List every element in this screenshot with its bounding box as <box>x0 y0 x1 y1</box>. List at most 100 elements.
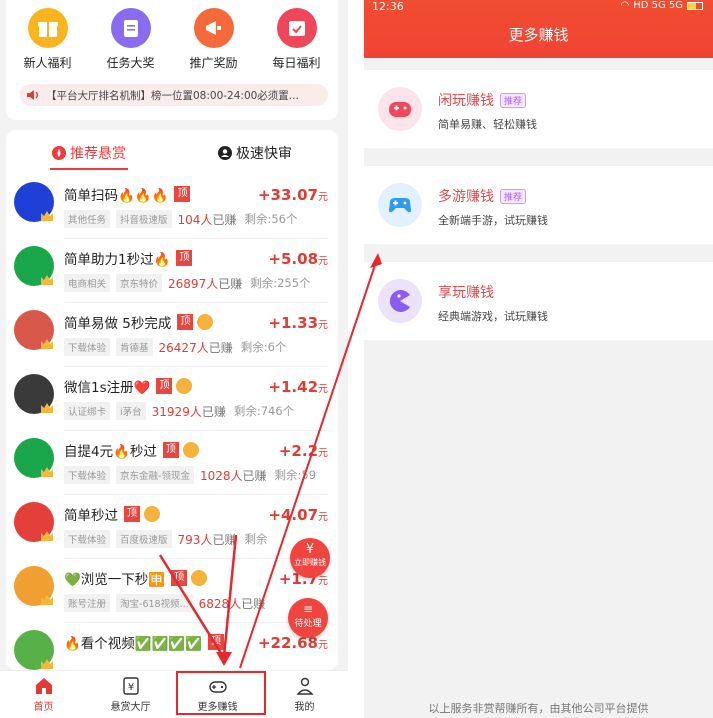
quick-label: 每日福利 <box>272 56 321 70</box>
quick-newbie-welfare[interactable]: 新人福利 <box>8 8 88 71</box>
status-icons: ◠ HD 5G 5G <box>620 0 703 11</box>
pending-label: 待处理 <box>294 619 322 629</box>
task-chip: 电商相关 <box>64 274 111 292</box>
quick-label: 任务大奖 <box>106 56 155 70</box>
task-row[interactable]: 简单易做 5秒完成顶下载体验 肯德基 26427人已赚 剩余:6个 +1.33元 <box>6 308 338 372</box>
guarantee-badge-icon <box>191 570 208 586</box>
game-name-text: 闲玩赚钱 <box>438 93 494 109</box>
task-chip: 抖音极速版 <box>116 210 172 228</box>
top-tag: 顶 <box>177 314 194 330</box>
game-name: 多游赚钱 推荐 <box>438 186 527 206</box>
reward-unit: 元 <box>318 320 328 331</box>
tab-fast-review[interactable]: 极速快审 <box>172 130 338 176</box>
quick-daily-welfare[interactable]: 每日福利 <box>257 8 337 71</box>
reward-unit: 元 <box>318 512 328 523</box>
tab-home[interactable]: 首页 <box>0 671 87 718</box>
task-row[interactable]: 🔥看个视频✅✅✅✅ 顶 +22.68元 <box>6 628 338 670</box>
task-title: 简单易做 5秒完成顶 <box>64 312 214 332</box>
earned-number: 26897人 <box>168 276 219 291</box>
reward-unit: 元 <box>318 384 328 395</box>
game-item-xiangwan[interactable]: 享玩赚钱 经典端游戏，试玩赚钱 <box>364 262 713 340</box>
crown-icon <box>41 339 53 349</box>
row-divider <box>64 430 328 431</box>
game-name: 闲玩赚钱 推荐 <box>438 90 527 110</box>
game-item-xianwan[interactable]: 闲玩赚钱 推荐 简单易赚、轻松赚钱 <box>364 70 713 148</box>
task-title-text: 微信1s注册❤️ <box>64 380 151 396</box>
reward-unit: 元 <box>318 448 328 459</box>
task-row[interactable]: 简单秒过顶下载体验 百度极速版 793人已赚 剩余 +4.07元 <box>6 500 338 564</box>
tab-recommended[interactable]: 推荐悬赏 <box>6 130 172 176</box>
task-list-card: 推荐悬赏 极速快审 简单扫码🔥🔥🔥 顶其他任务 抖音极速版 104人已赚 剩余:56个 +… <box>6 130 338 670</box>
list-icon: ≡ <box>302 602 314 616</box>
reward-amount: +5.08元 <box>268 250 328 268</box>
task-row[interactable]: 自提4元🔥秒过顶下载体验 京东金融-领现金 1028人已赚 剩余:59 +2.2元 <box>6 436 338 500</box>
top-tag: 顶 <box>171 570 188 586</box>
wifi-icon: ◠ <box>620 0 630 11</box>
speaker-icon <box>27 90 39 100</box>
earned-suffix: 已赚 <box>208 340 233 355</box>
top-tag: 顶 <box>208 634 225 650</box>
earned-number: 1028人 <box>199 468 243 483</box>
more-earn-screen: 12:36 ◠ HD 5G 5G 更多赚钱 闲玩赚钱 推荐 简单易赚、轻松赚钱 多… <box>364 0 713 718</box>
task-title-text: 简单易做 5秒完成 <box>64 316 172 332</box>
reward-amount: +4.07元 <box>268 506 328 524</box>
earned-count: 793人已赚 <box>178 531 237 548</box>
tab-label: 极速快审 <box>236 146 292 162</box>
quick-promo-reward[interactable]: 推广奖励 <box>174 8 254 71</box>
task-row[interactable]: 微信1s注册❤️ 顶认证绑卡 i茅台 31929人已赚 剩余:746个 +1.42元 <box>6 372 338 436</box>
task-chip: 京东特价 <box>116 274 163 292</box>
task-chip: 京东金融-领现金 <box>116 466 194 484</box>
game-name: 享玩赚钱 <box>438 282 494 302</box>
tab-label: 首页 <box>33 702 54 713</box>
task-title: 简单扫码🔥🔥🔥 顶 <box>64 184 191 204</box>
remaining-count: 剩余:6个 <box>240 340 287 354</box>
task-title: 自提4元🔥秒过顶 <box>64 440 199 460</box>
task-chip: 肯德基 <box>116 338 153 356</box>
quick-label: 新人福利 <box>23 56 72 70</box>
page-header: 12:36 ◠ HD 5G 5G 更多赚钱 <box>364 0 713 58</box>
earned-suffix: 已赚 <box>218 276 243 291</box>
page-title: 更多赚钱 <box>508 26 569 44</box>
task-chip: 认证绑卡 <box>64 402 111 420</box>
task-row[interactable]: 简单扫码🔥🔥🔥 顶其他任务 抖音极速版 104人已赚 剩余:56个 +33.07元 <box>6 180 338 244</box>
quick-label: 推广奖励 <box>189 56 238 70</box>
task-meta: 账号注册 淘宝-618视频... 6828人已赚 <box>64 594 265 612</box>
reward-amount: +1.33元 <box>268 314 328 332</box>
pending-button[interactable]: ≡ 待处理 <box>288 598 328 638</box>
earned-number: 26427人 <box>158 340 209 355</box>
reward-value: +33.07 <box>257 186 318 204</box>
quick-task-prize[interactable]: 任务大奖 <box>91 8 171 71</box>
reward-value: +2.2 <box>278 442 318 460</box>
task-chip: 下载体验 <box>64 530 111 548</box>
top-tag: 顶 <box>162 442 179 458</box>
earned-suffix: 已赚 <box>242 468 267 483</box>
earn-now-button[interactable]: ¥ 立即赚钱 <box>290 538 330 578</box>
earned-number: 31929人 <box>151 404 202 419</box>
remaining-count: 剩余 <box>244 532 268 546</box>
task-meta: 认证绑卡 i茅台 31929人已赚 剩余:746个 <box>64 402 294 420</box>
tab-mine[interactable]: 我的 <box>261 671 348 718</box>
svg-text:¥: ¥ <box>127 682 133 693</box>
earned-count: 31929人已赚 <box>152 403 226 420</box>
pacman-icon <box>378 279 422 323</box>
task-chip: 百度极速版 <box>116 530 172 548</box>
earned-suffix: 已赚 <box>212 532 237 547</box>
row-divider <box>64 558 328 559</box>
game-item-duoyou[interactable]: 多游赚钱 推荐 全新端手游，试玩赚钱 <box>364 166 713 244</box>
task-title-text: 简单秒过 <box>64 508 118 524</box>
task-title: 💚浏览一下秒🈸 顶 <box>64 568 208 588</box>
earned-count: 26897人已赚 <box>168 275 242 292</box>
crown-icon <box>41 403 53 413</box>
task-hall-screen: 新人福利 任务大奖 推广奖励 每日福利 【平台大厅排名机制】榜一位置08:00-… <box>0 0 348 718</box>
task-row[interactable]: 简单助力1秒过🔥 顶电商相关 京东特价 26897人已赚 剩余:255个 +5.08元 <box>6 244 338 308</box>
battery-icon <box>687 2 703 10</box>
clipboard-icon <box>110 8 151 48</box>
status-time: 12:36 <box>372 0 404 13</box>
tab-reward-hall[interactable]: ¥ 悬赏大厅 <box>87 671 174 718</box>
person-icon <box>295 677 314 695</box>
task-title-text: 简单助力1秒过🔥 <box>64 252 171 268</box>
tab-label: 悬赏大厅 <box>110 702 151 713</box>
notice-marquee[interactable]: 【平台大厅排名机制】榜一位置08:00-24:00必须置... <box>20 84 328 106</box>
flame-icon <box>52 146 66 160</box>
crown-icon <box>41 275 53 285</box>
